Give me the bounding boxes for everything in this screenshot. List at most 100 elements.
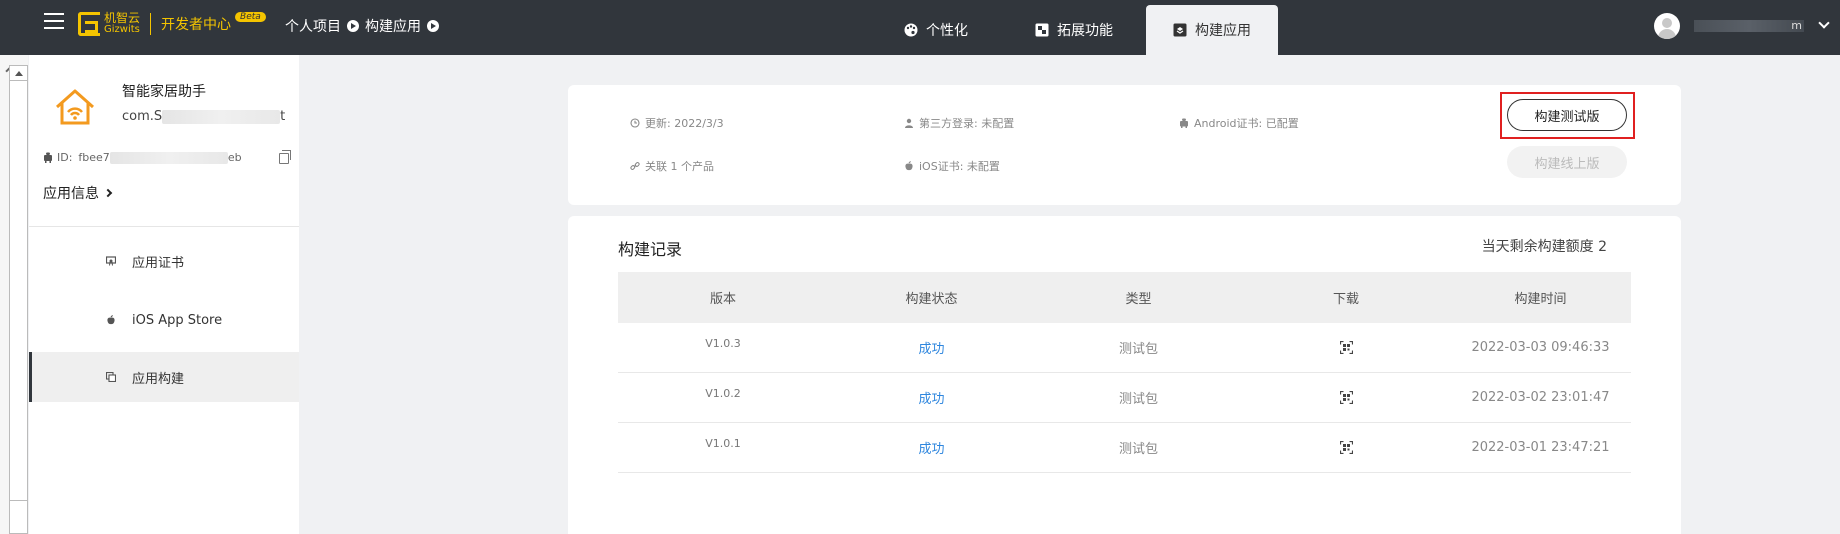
status-link[interactable]: 成功	[918, 388, 944, 407]
third-party-text: 第三方登录: 未配置	[919, 117, 1015, 130]
id-suffix: eb	[227, 151, 242, 164]
nav-tabs: 个性化 拓展功能 构建应用	[870, 5, 1284, 55]
app-info-label: 应用信息	[43, 186, 99, 202]
version-cell: V1.0.3	[705, 337, 741, 350]
app-name: 智能家居助手	[122, 84, 206, 100]
logo-divider	[150, 13, 152, 35]
time-cell: 2022-03-03 09:46:33	[1471, 340, 1610, 355]
type-cell: 测试包	[1118, 392, 1158, 407]
clock-icon	[630, 118, 640, 128]
table-row: V1.0.1 成功 测试包 2022-03-01 23:47:21	[618, 423, 1631, 473]
page-scrollbar[interactable]	[0, 55, 28, 534]
copy-stack-icon	[106, 372, 116, 382]
ios-cert-text: iOS证书: 未配置	[919, 160, 1000, 173]
scroll-up-button[interactable]	[9, 65, 28, 81]
records-table: 版本 构建状态 类型 下载 构建时间 V1.0.3 成功 测试包 2022-03…	[618, 272, 1631, 473]
package-suffix: t	[280, 109, 286, 124]
sidebar-item-ios-app-store[interactable]: iOS App Store	[29, 295, 299, 345]
android-icon	[44, 152, 52, 163]
copy-icon[interactable]	[279, 150, 291, 164]
smart-home-app-icon	[56, 89, 94, 125]
menu-icon[interactable]	[44, 13, 64, 31]
third-party-login-info: 第三方登录: 未配置	[904, 115, 1014, 131]
id-label: ID:	[57, 151, 73, 164]
android-cert-text: Android证书: 已配置	[1194, 117, 1299, 130]
tab-extension[interactable]: 拓展功能	[1008, 5, 1140, 55]
linked-products: 关联 1 个产品	[630, 158, 714, 174]
build-test-button[interactable]: 构建测试版	[1507, 99, 1627, 131]
build-online-button[interactable]: 构建线上版	[1507, 146, 1627, 178]
id-prefix: fbee7	[78, 151, 110, 164]
breadcrumb-item-build[interactable]: 构建应用	[365, 16, 421, 36]
column-header-version: 版本	[709, 292, 736, 307]
redacted-text	[162, 109, 281, 124]
time-cell: 2022-03-01 23:47:21	[1471, 440, 1610, 455]
records-title: 构建记录	[618, 240, 683, 259]
redacted-text	[109, 151, 228, 164]
breadcrumb-arrow-icon	[427, 20, 439, 32]
user-icon	[905, 118, 913, 128]
app-id: ID: fbee7 eb	[43, 151, 242, 164]
apple-icon	[107, 315, 115, 325]
column-header-status: 构建状态	[905, 292, 958, 307]
column-header-type: 类型	[1125, 292, 1152, 307]
sidebar-item-label: 应用构建	[132, 371, 185, 387]
column-header-download: 下载	[1332, 292, 1359, 307]
type-cell: 测试包	[1118, 442, 1158, 457]
scrollbar-track[interactable]	[9, 71, 28, 534]
type-cell: 测试包	[1118, 342, 1158, 357]
build-summary-card: 更新: 2022/3/3 关联 1 个产品 第三方登录: 未配置 iOS证书: …	[568, 85, 1681, 205]
qr-code-icon[interactable]	[1339, 441, 1353, 454]
column-header-time: 构建时间	[1514, 292, 1567, 307]
tab-personalize[interactable]: 个性化	[870, 5, 1002, 55]
apple-icon	[905, 161, 913, 171]
update-text: 更新: 2022/3/3	[645, 117, 724, 130]
ios-cert-info: iOS证书: 未配置	[904, 158, 1000, 174]
gizwits-logo-icon	[78, 12, 100, 36]
sidebar-item-label: 应用证书	[132, 255, 185, 271]
top-bar: 机智云 Gizwits 开发者中心 Beta 个人项目 构建应用 个性化 拓展功…	[0, 0, 1840, 55]
package-prefix: com.S	[122, 109, 163, 124]
tab-build-app[interactable]: 构建应用	[1146, 5, 1278, 55]
build-records-card: 构建记录 当天剩余构建额度 2 版本 构建状态 类型 下载 构建时间 V1.0.…	[568, 216, 1681, 534]
version-cell: V1.0.1	[705, 437, 741, 450]
table-row: V1.0.2 成功 测试包 2022-03-02 23:01:47	[618, 373, 1631, 423]
sidebar-item-certificate[interactable]: 应用证书	[29, 236, 299, 286]
time-cell: 2022-03-02 23:01:47	[1471, 390, 1610, 405]
logo[interactable]: 机智云 Gizwits 开发者中心 Beta	[78, 12, 266, 36]
app-info-link[interactable]: 应用信息	[43, 183, 113, 203]
linked-text: 关联 1 个产品	[645, 160, 714, 173]
certificate-icon	[106, 256, 116, 266]
sidebar: 智能家居助手 com.S t ID: fbee7 eb 应用信息 应用证书 iO…	[29, 55, 299, 534]
breadcrumb-item-project[interactable]: 个人项目	[285, 16, 341, 36]
app-package: com.S t	[122, 109, 285, 124]
divider	[29, 226, 299, 227]
breadcrumb: 个人项目 构建应用	[285, 16, 439, 36]
link-icon	[630, 162, 640, 170]
logo-en: Gizwits	[104, 24, 140, 35]
logo-cn: 机智云	[104, 11, 141, 25]
table-header: 版本 构建状态 类型 下载 构建时间	[618, 272, 1631, 323]
dev-center-title: 开发者中心	[161, 17, 232, 33]
status-link[interactable]: 成功	[918, 438, 944, 457]
android-icon	[1180, 118, 1188, 128]
beta-badge: Beta	[235, 12, 266, 22]
qr-code-icon[interactable]	[1339, 341, 1353, 354]
chevron-down-icon	[1818, 17, 1830, 29]
scrollbar-thumb[interactable]	[9, 500, 28, 534]
sidebar-item-label: iOS App Store	[132, 312, 223, 328]
tab-label: 构建应用	[1195, 23, 1251, 39]
sidebar-item-app-build[interactable]: 应用构建	[29, 352, 299, 402]
user-name: m	[1694, 20, 1804, 32]
palette-icon	[904, 23, 918, 37]
update-info: 更新: 2022/3/3	[630, 115, 724, 131]
version-cell: V1.0.2	[705, 387, 741, 400]
user-menu[interactable]: m	[1654, 13, 1830, 39]
android-cert-info: Android证书: 已配置	[1179, 115, 1299, 131]
breadcrumb-arrow-icon	[347, 20, 359, 32]
build-box-icon	[1173, 23, 1187, 37]
extension-icon	[1035, 23, 1049, 37]
table-row: V1.0.3 成功 测试包 2022-03-03 09:46:33	[618, 323, 1631, 373]
qr-code-icon[interactable]	[1339, 391, 1353, 404]
status-link[interactable]: 成功	[918, 338, 944, 357]
